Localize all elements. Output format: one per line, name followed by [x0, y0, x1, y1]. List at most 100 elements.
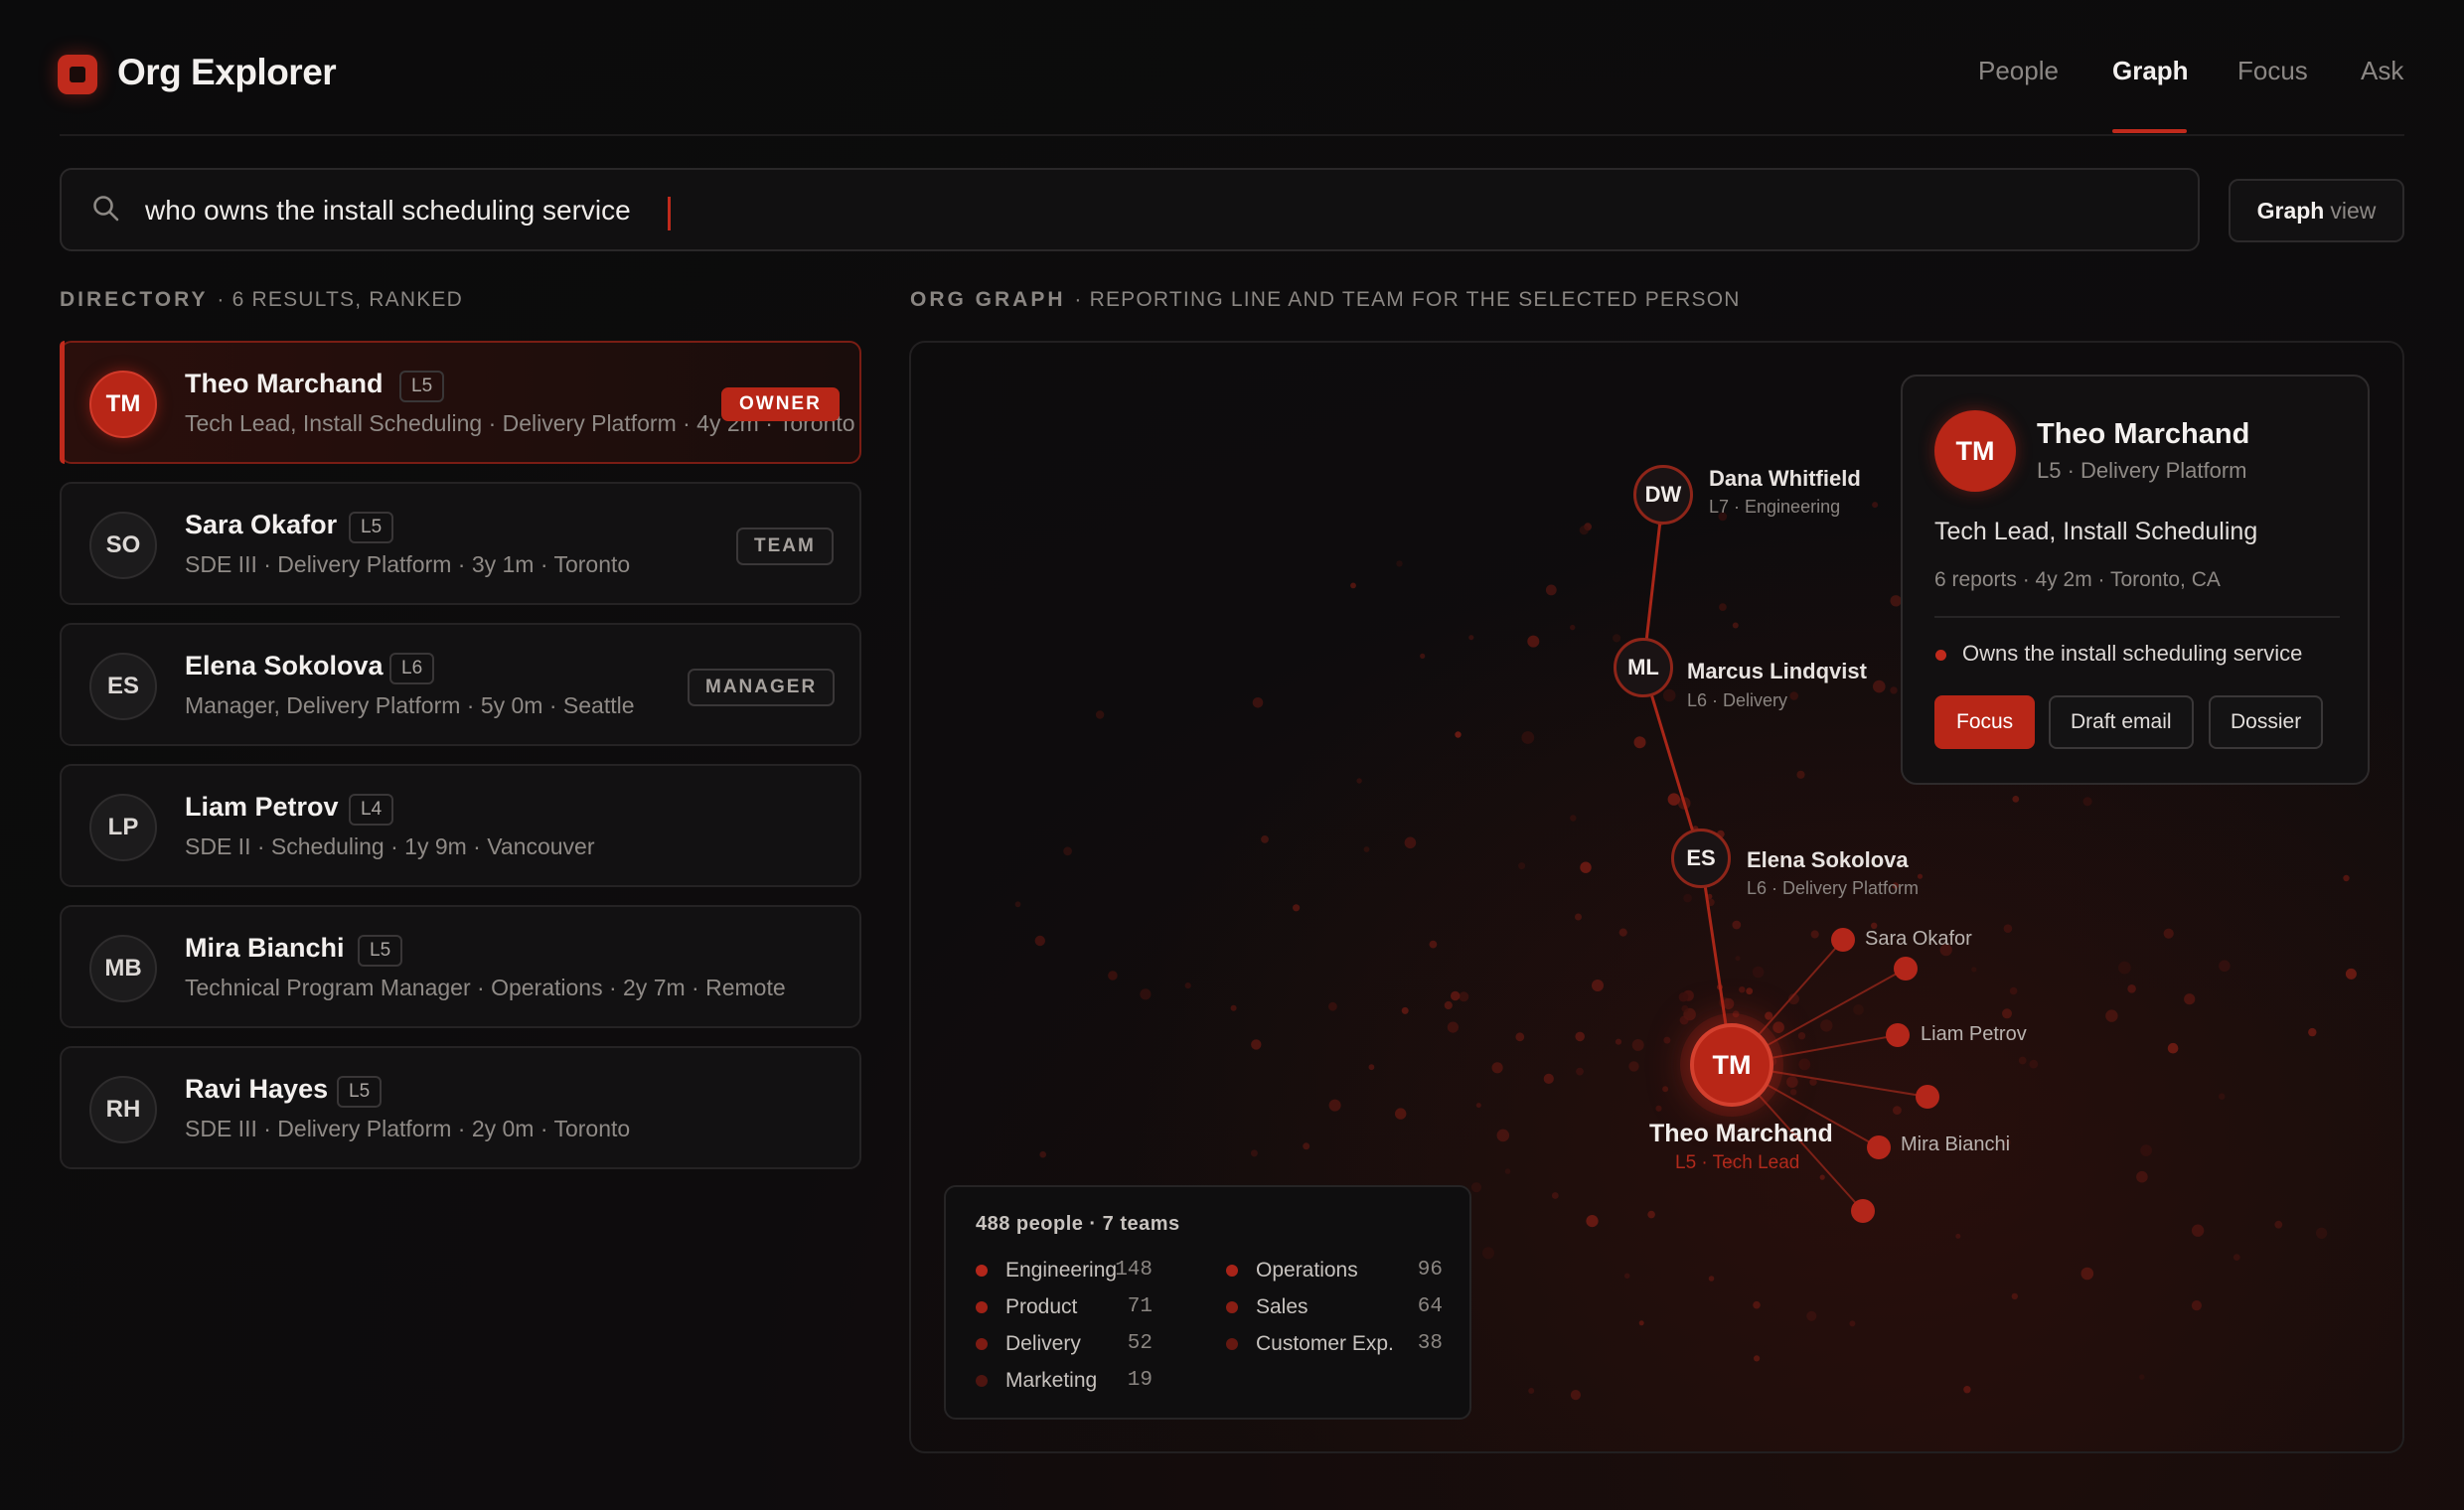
background-person-dot — [1429, 940, 1438, 949]
graph-node-elena-sokolova[interactable]: ES — [1671, 829, 1731, 888]
legend-item: Customer Exp. — [1226, 1329, 1394, 1359]
background-person-dot — [1250, 1149, 1258, 1157]
background-person-dot — [1662, 688, 1676, 702]
background-person-dot — [1613, 634, 1621, 643]
background-person-dot — [2012, 796, 2020, 803]
background-person-dot — [1518, 862, 1526, 870]
background-person-dot — [1140, 988, 1152, 1000]
background-person-dot — [2009, 986, 2018, 995]
background-person-dot — [1754, 1355, 1761, 1362]
report-node — [1894, 957, 1918, 981]
background-person-dot — [1618, 928, 1627, 937]
background-person-dot — [1663, 1036, 1671, 1044]
focus-button[interactable]: Focus — [1934, 695, 2036, 749]
draft-email-button[interactable]: Draft email — [2049, 695, 2194, 749]
directory-card[interactable]: RH Ravi Hayes L5 SDE III · Delivery Plat… — [60, 1046, 861, 1169]
team-dot-icon — [976, 1301, 988, 1313]
person-name: Liam Petrov — [185, 792, 339, 822]
graph-node-marcus-lindqvist[interactable]: ML — [1614, 638, 1673, 697]
background-person-dot — [1444, 1000, 1453, 1010]
background-person-dot — [1655, 1105, 1662, 1112]
legend-item: Delivery — [976, 1329, 1081, 1359]
person-detail-card: TM Theo Marchand L5 · Delivery Platform … — [1901, 375, 2370, 785]
tab-people[interactable]: People — [1978, 56, 2059, 86]
background-person-dot — [1328, 1001, 1337, 1011]
background-person-dot — [1893, 1106, 1902, 1115]
legend-item: Sales — [1226, 1292, 1309, 1322]
background-person-dot — [1455, 731, 1462, 738]
person-name: Elena Sokolova — [185, 651, 384, 680]
background-person-dot — [2002, 1008, 2012, 1019]
background-person-dot — [1633, 736, 1646, 749]
tab-ask[interactable]: Ask — [2361, 56, 2403, 86]
background-person-dot — [1350, 582, 1356, 589]
report-node — [1886, 1023, 1910, 1047]
directory-card[interactable]: SO Sara Okafor L5 SDE III · Delivery Pla… — [60, 482, 861, 605]
background-person-dot — [1623, 1273, 1630, 1280]
tab-graph[interactable]: Graph — [2112, 56, 2189, 86]
background-person-dot — [2218, 1093, 2226, 1100]
background-person-dot — [1576, 1067, 1584, 1076]
background-person-dot — [1481, 1247, 1495, 1260]
person-subtitle: SDE III · Delivery Platform · 2y 0m · To… — [185, 1116, 631, 1141]
header-divider — [60, 134, 2404, 136]
background-person-dot — [2191, 1224, 2205, 1237]
background-person-dot — [1592, 980, 1604, 991]
avatar: MB — [89, 935, 157, 1002]
directory-card[interactable]: TM Theo Marchand L5 Tech Lead, Install S… — [60, 341, 861, 464]
background-person-dot — [1739, 986, 1746, 993]
background-person-dot — [1786, 1076, 1798, 1088]
background-person-dot — [2274, 1220, 2283, 1229]
graph-node-sub: L6 · Delivery — [1687, 690, 1788, 710]
background-person-dot — [1401, 1006, 1409, 1014]
graph-node-name: Elena Sokolova — [1747, 847, 1909, 872]
report-node — [1851, 1199, 1875, 1223]
detail-divider — [1934, 616, 2340, 618]
background-person-dot — [1797, 1032, 1806, 1040]
background-person-dot — [1810, 930, 1819, 939]
background-person-dot — [1662, 1086, 1669, 1093]
background-person-dot — [1735, 956, 1741, 962]
background-person-dot — [2315, 1227, 2328, 1239]
directory-card[interactable]: ES Elena Sokolova L6 Manager, Delivery P… — [60, 623, 861, 746]
background-person-dot — [2003, 924, 2013, 933]
level-badge: L5 — [399, 371, 445, 402]
background-person-dot — [1420, 653, 1426, 659]
graph-node-name: Dana Whitfield — [1709, 466, 1861, 491]
team-dot-icon — [976, 1338, 988, 1350]
background-person-dot — [1819, 1174, 1825, 1180]
dossier-button[interactable]: Dossier — [2209, 695, 2324, 749]
report-label-sara-okafor: Sara Okafor — [1865, 928, 1972, 950]
legend-count: 19 — [1127, 1369, 1153, 1392]
org-graph-label: ORG GRAPH · REPORTING LINE AND TEAM FOR … — [910, 288, 1741, 311]
background-person-dot — [1963, 1386, 1971, 1394]
graph-node-dana-whitfield[interactable]: DW — [1633, 465, 1693, 525]
team-legend: 488 people · 7 teams Engineering 148 Pro… — [944, 1185, 1471, 1420]
background-person-dot — [2140, 1144, 2152, 1156]
background-person-dot — [1708, 1276, 1715, 1282]
background-person-dot — [1732, 622, 1739, 629]
graph-view-label: view — [2330, 197, 2377, 224]
background-person-dot — [2018, 1056, 2027, 1065]
graph-node-sub: L6 · Delivery Platform — [1747, 878, 1920, 898]
graph-node-theo-marchand[interactable]: TM — [1690, 1023, 1773, 1107]
background-person-dot — [1873, 680, 1886, 693]
detail-title: Tech Lead, Install Scheduling — [1934, 518, 2258, 545]
avatar: LP — [89, 794, 157, 861]
legend-count: 71 — [1127, 1295, 1153, 1318]
directory-card[interactable]: MB Mira Bianchi L5 Technical Program Man… — [60, 905, 861, 1028]
org-graph-caption: · REPORTING LINE AND TEAM FOR THE SELECT… — [1074, 288, 1741, 311]
graph-view-button[interactable]: Graph view — [2229, 179, 2404, 242]
detail-ownership: Owns the install scheduling service — [1962, 641, 2303, 666]
legend-count: 52 — [1127, 1332, 1153, 1355]
background-person-dot — [1451, 990, 1461, 1001]
directory-count: · 6 RESULTS, RANKED — [217, 288, 463, 311]
directory-card[interactable]: LP Liam Petrov L4 SDE II · Scheduling · … — [60, 764, 861, 887]
background-person-dot — [1184, 982, 1191, 989]
background-person-dot — [1459, 991, 1469, 1002]
background-person-dot — [1303, 1142, 1310, 1150]
detail-sub: L5 · Delivery Platform — [2037, 458, 2247, 483]
tab-focus[interactable]: Focus — [2237, 56, 2308, 86]
background-person-dot — [1678, 991, 1689, 1002]
background-person-dot — [1570, 815, 1577, 822]
